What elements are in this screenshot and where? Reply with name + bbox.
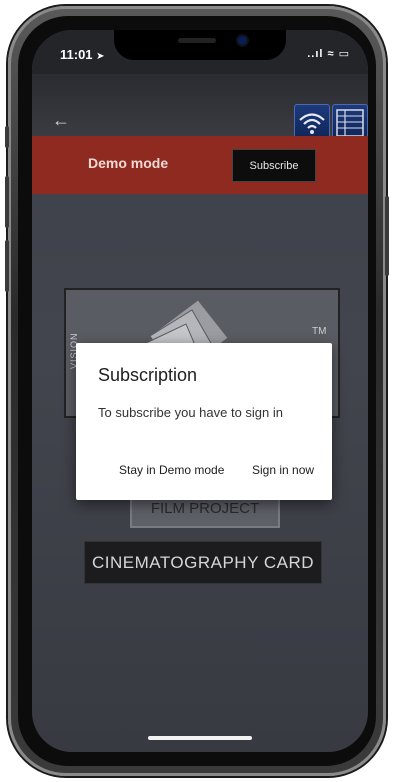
demo-mode-label: Demo mode — [88, 155, 169, 171]
notch — [114, 30, 286, 60]
stay-demo-button[interactable]: Stay in Demo mode — [119, 463, 224, 477]
cinematography-card-button[interactable]: CINEMATOGRAPHY CARD — [84, 541, 322, 584]
back-arrow-icon[interactable]: ← — [52, 110, 70, 131]
power-button — [385, 196, 389, 276]
demo-banner: Demo mode Subscribe — [32, 136, 368, 194]
screen: 11:01 ➤ ..ıl ≈ ▭ ← Demo mode Subscribe V… — [32, 30, 368, 752]
volume-up-button — [5, 176, 9, 228]
nav-bar: ← — [32, 74, 368, 142]
speaker-grille — [178, 38, 216, 43]
home-indicator[interactable] — [148, 736, 252, 740]
front-camera — [238, 36, 247, 45]
trademark-mark: TM — [312, 326, 327, 337]
status-time: 11:01 ➤ — [60, 47, 105, 62]
phone-bezel: 11:01 ➤ ..ıl ≈ ▭ ← Demo mode Subscribe V… — [18, 16, 376, 766]
status-indicators: ..ıl ≈ ▭ — [307, 48, 350, 60]
status-time-text: 11:01 — [60, 47, 93, 62]
mute-switch — [5, 126, 9, 148]
sign-in-button[interactable]: Sign in now — [252, 463, 314, 477]
phone-frame: 11:01 ➤ ..ıl ≈ ▭ ← Demo mode Subscribe V… — [5, 6, 389, 776]
dialog-title: Subscription — [98, 365, 198, 385]
subscribe-button[interactable]: Subscribe — [232, 149, 316, 182]
location-arrow-icon: ➤ — [96, 51, 105, 62]
volume-down-button — [5, 240, 9, 292]
dialog-message: To subscribe you have to sign in — [98, 405, 283, 420]
subscription-dialog: Subscription To subscribe you have to si… — [76, 343, 332, 500]
